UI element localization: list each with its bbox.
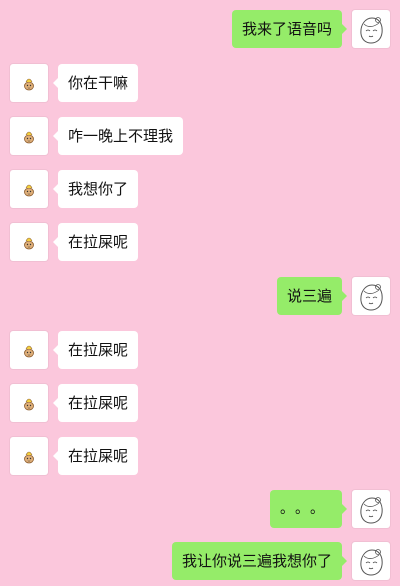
cartoon-avatar-icon[interactable] [10,331,48,369]
cartoon-avatar-icon[interactable] [10,223,48,261]
girl-sketch-avatar-icon[interactable] [352,10,390,48]
message-row-outgoing: 我来了语音吗 [0,10,400,54]
message-bubble-incoming[interactable]: 在拉屎呢 [52,223,139,261]
message-bubble-incoming[interactable]: 我想你了 [52,170,139,208]
cartoon-avatar-icon[interactable] [10,437,48,475]
message-row-incoming: 咋一晚上不理我 [0,117,400,161]
message-row-outgoing: 我让你说三遍我想你了 [0,542,400,586]
message-bubble-outgoing[interactable]: 我来了语音吗 [231,10,348,48]
message-row-incoming: 在拉屎呢 [0,331,400,375]
message-bubble-incoming[interactable]: 你在干嘛 [52,64,139,102]
message-bubble-outgoing[interactable]: 我让你说三遍我想你了 [171,542,348,580]
cartoon-avatar-icon[interactable] [10,117,48,155]
message-row-incoming: 你在干嘛 [0,64,400,108]
cartoon-avatar-icon[interactable] [10,384,48,422]
message-bubble-outgoing[interactable]: 说三遍 [276,277,348,315]
message-bubble-incoming[interactable]: 咋一晚上不理我 [52,117,184,155]
message-bubble-incoming[interactable]: 在拉屎呢 [52,437,139,475]
girl-sketch-avatar-icon[interactable] [352,277,390,315]
girl-sketch-avatar-icon[interactable] [352,490,390,528]
message-bubble-incoming[interactable]: 在拉屎呢 [52,384,139,422]
message-row-incoming: 在拉屎呢 [0,384,400,428]
cartoon-avatar-icon[interactable] [10,64,48,102]
message-row-incoming: 在拉屎呢 [0,223,400,267]
message-row-incoming: 在拉屎呢 [0,437,400,481]
girl-sketch-avatar-icon[interactable] [352,542,390,580]
message-bubble-incoming[interactable]: 在拉屎呢 [52,331,139,369]
chat-message-list[interactable]: 我来了语音吗 你在干嘛 咋一晚上不理我 我想你了 在拉屎呢 说三遍 在拉屎呢 在… [0,0,400,580]
message-row-outgoing: 。。。 [0,490,400,534]
message-row-outgoing: 说三遍 [0,277,400,321]
cartoon-avatar-icon[interactable] [10,170,48,208]
message-row-incoming: 我想你了 [0,170,400,214]
message-bubble-outgoing[interactable]: 。。。 [270,490,347,528]
